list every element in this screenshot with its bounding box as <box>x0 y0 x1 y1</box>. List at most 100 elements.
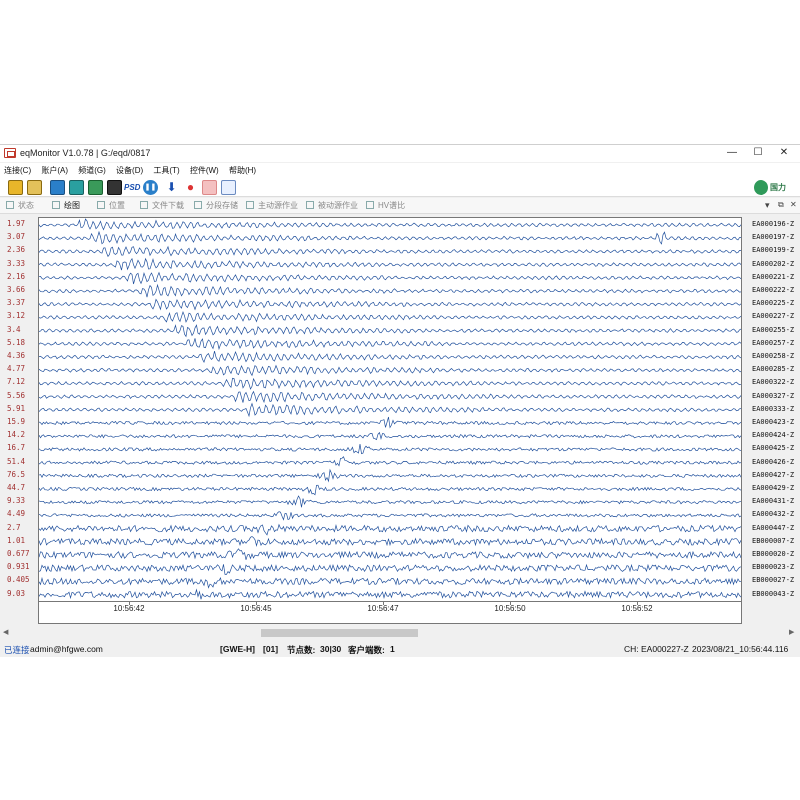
channel-label[interactable]: EA000327-Z <box>752 392 794 400</box>
channel-label[interactable]: EA000425-Z <box>752 444 794 452</box>
channel-scale: 3.66 <box>7 285 26 294</box>
menu-controls[interactable]: 控件(W) <box>186 163 223 178</box>
channel-label[interactable]: EB000027-Z <box>752 576 794 584</box>
channel-scale: 3.4 <box>7 324 21 334</box>
channel-label[interactable]: EA000427-Z <box>752 471 794 479</box>
menu-help[interactable]: 帮助(H) <box>225 163 260 178</box>
waveform-svg <box>38 218 742 600</box>
title-bar[interactable]: eqMonitor V1.0.78 | G:/eqd/0817 — ☐ ✕ <box>0 145 800 162</box>
close-button[interactable]: ✕ <box>772 146 796 160</box>
tab-plot[interactable]: 绘图 <box>52 201 80 211</box>
channel-label[interactable]: EA000221-Z <box>752 273 794 281</box>
download-tab-icon <box>140 201 148 209</box>
channel-label[interactable]: EA000447-Z <box>752 524 794 532</box>
tab-active-source[interactable]: 主动源作业 <box>246 201 298 211</box>
download-icon[interactable]: ⬇ <box>164 180 179 195</box>
channel-scale: 0.677 <box>7 549 30 558</box>
tab-hv-ratio[interactable]: HV谱比 <box>366 201 405 211</box>
waveform-plot[interactable] <box>38 217 742 602</box>
tab-status[interactable]: 状态 <box>6 201 34 211</box>
scroll-left-icon[interactable]: ◀ <box>3 627 8 638</box>
menu-device[interactable]: 设备(D) <box>112 163 147 178</box>
open-folder-icon[interactable] <box>27 180 42 195</box>
display-icon[interactable] <box>221 180 236 195</box>
channel-label[interactable]: EA000202-Z <box>752 260 794 268</box>
waveform-trace <box>38 364 742 377</box>
channel-label[interactable]: EA000196-Z <box>752 220 794 228</box>
channel-config-icon[interactable] <box>69 180 84 195</box>
passive-source-tab-icon <box>306 201 314 209</box>
pin-icon[interactable]: ▾ <box>765 200 770 211</box>
channel-scale: 14.2 <box>7 430 26 440</box>
scroll-right-icon[interactable]: ▶ <box>789 627 794 638</box>
grid-config-icon[interactable] <box>88 180 103 195</box>
alarm-icon[interactable] <box>202 180 217 195</box>
current-datetime: 2023/08/21_10:56:44.116 <box>692 644 789 654</box>
channel-label[interactable]: EA000225-Z <box>752 299 794 307</box>
tab-label: 分段存储 <box>206 201 238 210</box>
time-tick-label: 10:56:47 <box>367 604 399 613</box>
maximize-button[interactable]: ☐ <box>746 146 770 160</box>
channel-label[interactable]: EA000424-Z <box>752 431 794 439</box>
channel-label[interactable]: EB000007-Z <box>752 537 794 545</box>
minimize-button[interactable]: — <box>720 146 744 160</box>
monitor-icon[interactable] <box>107 180 122 195</box>
channel-label[interactable]: EA000257-Z <box>752 339 794 347</box>
tab-location[interactable]: 位置 <box>97 201 125 211</box>
tab-passive-source[interactable]: 被动源作业 <box>306 201 358 211</box>
location-pin-icon[interactable]: ● <box>183 180 198 195</box>
time-tick-label: 10:56:50 <box>494 604 526 613</box>
menu-tools[interactable]: 工具(T) <box>149 163 183 178</box>
channel-label[interactable]: EA000431-Z <box>752 497 794 505</box>
float-icon[interactable]: ⧉ <box>778 200 784 210</box>
location-tab-icon <box>97 201 105 209</box>
channel-label[interactable]: EA000333-Z <box>752 405 794 413</box>
waveform-trace <box>38 310 742 323</box>
channel-scale: 7.12 <box>7 377 26 387</box>
tab-file-download[interactable]: 文件下载 <box>140 201 184 211</box>
channel-label[interactable]: EA000255-Z <box>752 326 794 334</box>
channel-scale: 2.36 <box>7 245 26 255</box>
tab-label: 被动源作业 <box>318 201 358 210</box>
channel-label[interactable]: EA000423-Z <box>752 418 794 426</box>
app-icon <box>4 148 16 158</box>
waveform-trace <box>38 324 742 338</box>
menu-account[interactable]: 账户(A) <box>37 163 72 178</box>
channel-label[interactable]: EA000426-Z <box>752 458 794 466</box>
tab-label: 状态 <box>18 201 34 210</box>
channel-label[interactable]: EA000197-Z <box>752 233 794 241</box>
channel-label[interactable]: EB000023-Z <box>752 563 794 571</box>
channel-scale: 4.77 <box>7 364 26 374</box>
channel-scale: 2.16 <box>7 271 26 281</box>
settings-icon[interactable] <box>50 180 65 195</box>
channel-scale: 3.33 <box>7 258 26 268</box>
pause-icon[interactable]: ❚❚ <box>143 180 158 195</box>
channel-scale-column: 1.97 3.07 2.36 3.33 2.16 3.66 3.37 3.12 3.4 5.18 4… <box>0 217 38 602</box>
tab-close-icon[interactable]: ✕ <box>790 200 797 209</box>
menu-connect[interactable]: 连接(C) <box>0 163 35 178</box>
channel-label[interactable]: EA000429-Z <box>752 484 794 492</box>
channel-label[interactable]: EA000258-Z <box>752 352 794 360</box>
channel-label[interactable]: EA000285-Z <box>752 365 794 373</box>
waveform-trace <box>38 495 742 508</box>
channel-label[interactable]: EA000199-Z <box>752 246 794 254</box>
channel-scale: 3.12 <box>7 311 26 321</box>
channel-label[interactable]: EA000432-Z <box>752 510 794 518</box>
psd-button[interactable]: PSD <box>124 180 142 195</box>
channel-label[interactable]: EB000043-Z <box>752 590 794 598</box>
channel-label[interactable]: EA000227-Z <box>752 312 794 320</box>
scrollbar-thumb[interactable] <box>261 629 418 637</box>
horizontal-scrollbar[interactable]: ◀ ▶ <box>0 627 800 638</box>
tab-segment-storage[interactable]: 分段存储 <box>194 201 238 211</box>
waveform-trace <box>38 257 742 271</box>
channel-scale: 9.03 <box>7 588 26 598</box>
channel-label[interactable]: EA000222-Z <box>752 286 794 294</box>
channel-label[interactable]: EB000020-Z <box>752 550 794 558</box>
waveform-trace <box>38 548 742 560</box>
camera-icon[interactable] <box>8 180 23 195</box>
tab-label: 主动源作业 <box>258 201 298 210</box>
channel-scale: 15.9 <box>7 417 26 426</box>
tab-label: 位置 <box>109 201 125 210</box>
channel-label[interactable]: EA000322-Z <box>752 378 794 386</box>
menu-channel[interactable]: 频道(G) <box>74 163 110 178</box>
